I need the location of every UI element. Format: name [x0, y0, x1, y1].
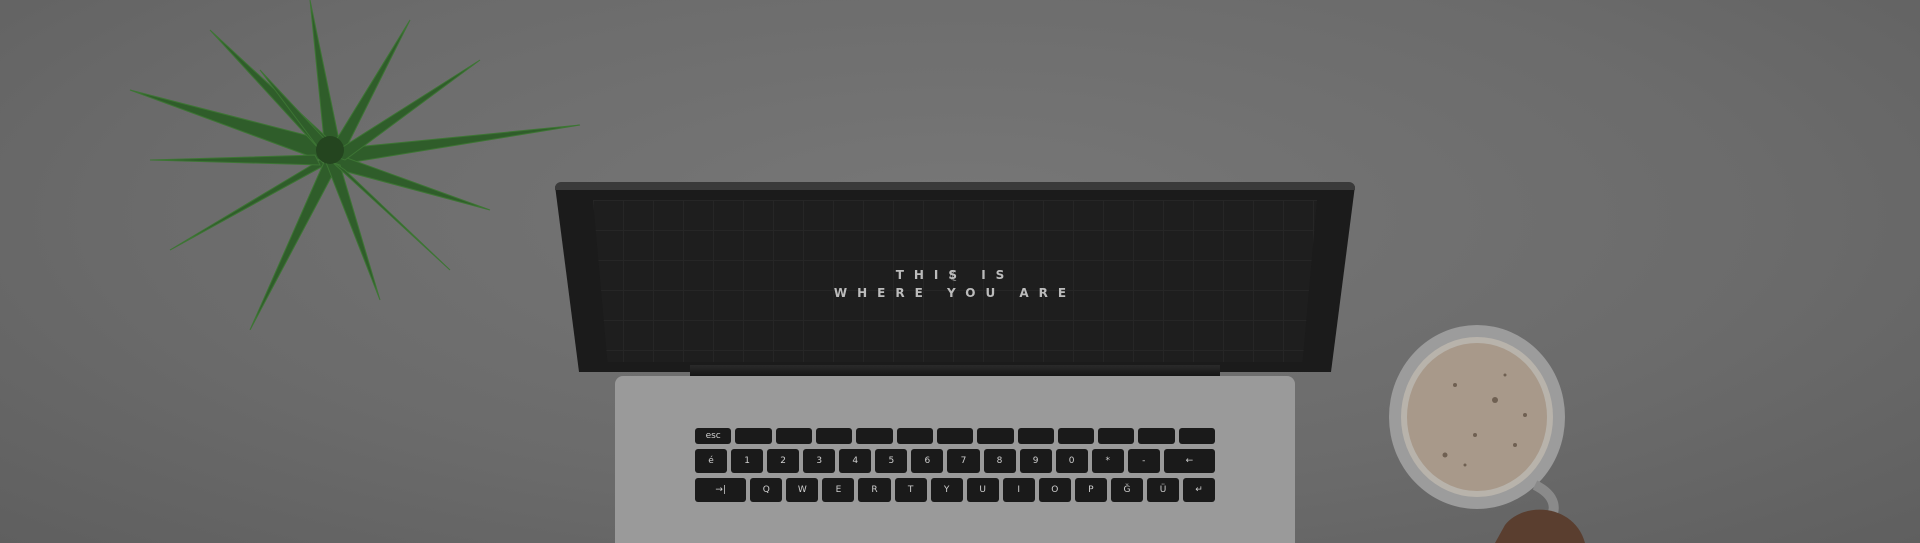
- key[interactable]: T: [894, 478, 927, 502]
- plant-illustration: [129, 0, 581, 330]
- laptop-screen: ☾ THIS IS WHERE YOU ARE: [593, 200, 1317, 362]
- key[interactable]: é: [695, 449, 728, 473]
- key[interactable]: 1: [731, 449, 764, 473]
- screen-line-1: THIS IS: [895, 268, 1015, 282]
- desk-scene: ☾ THIS IS WHERE YOU ARE esc é 1 2 3 4 5 …: [0, 0, 1920, 543]
- key[interactable]: 5: [875, 449, 908, 473]
- key[interactable]: esc: [695, 428, 732, 444]
- enter-key[interactable]: ↵: [1183, 478, 1216, 502]
- key[interactable]: 9: [1019, 449, 1052, 473]
- key[interactable]: [735, 428, 772, 444]
- key[interactable]: [936, 428, 974, 444]
- key[interactable]: 8: [983, 449, 1016, 473]
- key[interactable]: W: [786, 478, 819, 502]
- screen-text: THIS IS WHERE YOU ARE: [593, 268, 1317, 300]
- key[interactable]: [896, 428, 933, 444]
- key[interactable]: 0: [1055, 449, 1088, 473]
- key[interactable]: Ğ: [1110, 478, 1143, 502]
- laptop: ☾ THIS IS WHERE YOU ARE esc é 1 2 3 4 5 …: [555, 182, 1355, 543]
- key[interactable]: 3: [803, 449, 836, 473]
- key[interactable]: Y: [930, 478, 963, 502]
- screen-line-2: WHERE YOU ARE: [833, 286, 1077, 300]
- key[interactable]: [775, 428, 812, 444]
- laptop-base: esc é 1 2 3 4 5 6 7 8 9 0 * - ← →| Q W E…: [615, 376, 1295, 543]
- coffee-cup-illustration: [1389, 325, 1585, 543]
- keyboard-row-numbers: é 1 2 3 4 5 6 7 8 9 0 * - ←: [695, 449, 1216, 473]
- key[interactable]: 6: [911, 449, 944, 473]
- key[interactable]: [1138, 428, 1175, 444]
- key[interactable]: *: [1091, 449, 1124, 473]
- key[interactable]: [815, 428, 853, 444]
- key[interactable]: [1098, 428, 1135, 444]
- key[interactable]: Q: [750, 478, 783, 502]
- key[interactable]: [977, 428, 1014, 444]
- keyboard-row-qwerty: →| Q W E R T Y U I O P Ğ Ü ↵: [695, 478, 1216, 502]
- key[interactable]: 4: [839, 449, 872, 473]
- key[interactable]: [856, 428, 893, 444]
- key[interactable]: 7: [947, 449, 980, 473]
- key[interactable]: 2: [767, 449, 800, 473]
- backspace-key[interactable]: ←: [1163, 449, 1216, 473]
- laptop-lid-rim: [555, 182, 1355, 190]
- key[interactable]: P: [1074, 478, 1107, 502]
- key[interactable]: -: [1127, 449, 1160, 473]
- keyboard: esc é 1 2 3 4 5 6 7 8 9 0 * - ← →| Q W E…: [695, 428, 1216, 543]
- tab-key[interactable]: →|: [695, 478, 747, 502]
- keyboard-row-fn: esc: [695, 428, 1216, 444]
- key[interactable]: E: [822, 478, 855, 502]
- power-key[interactable]: [1178, 428, 1216, 444]
- key[interactable]: [1057, 428, 1095, 444]
- key[interactable]: [1017, 428, 1054, 444]
- key[interactable]: O: [1038, 478, 1071, 502]
- key[interactable]: I: [1002, 478, 1035, 502]
- key[interactable]: U: [966, 478, 999, 502]
- key[interactable]: R: [858, 478, 891, 502]
- key[interactable]: Ü: [1146, 478, 1180, 502]
